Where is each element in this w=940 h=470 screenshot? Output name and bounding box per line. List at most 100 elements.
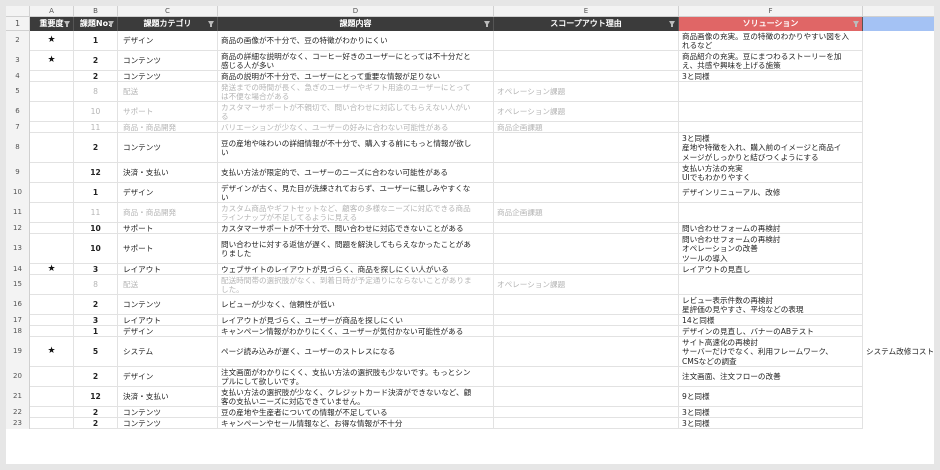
importance-star-cell[interactable] (30, 418, 74, 429)
out-of-scope-cell[interactable] (494, 326, 679, 337)
extra-cell[interactable] (863, 51, 934, 71)
solution-cell[interactable]: 3と同様 産地や特徴を入れ、購入前のイメージと商品イ メージがしっかりと結びつく… (679, 133, 863, 163)
category-cell[interactable]: コンテンツ (118, 51, 218, 71)
row-number[interactable]: 13 (6, 234, 30, 264)
category-cell[interactable]: 商品・商品開発 (118, 122, 218, 133)
content-cell[interactable]: 注文画面がわかりにくく、支払い方法の選択肢も少ないです。もっとシン プルにして欲… (218, 367, 494, 387)
extra-cell[interactable] (863, 264, 934, 275)
category-cell[interactable]: サポート (118, 102, 218, 122)
importance-star-cell[interactable] (30, 183, 74, 203)
issue-no-cell[interactable]: 8 (74, 275, 118, 295)
category-cell[interactable]: コンテンツ (118, 418, 218, 429)
importance-star-cell[interactable]: ★ (30, 264, 74, 275)
content-cell[interactable]: 豆の産地や生産者についての情報が不足している (218, 407, 494, 418)
solution-cell[interactable]: サイト高速化の再検討 サーバーだけでなく、利用フレームワーク、 CMSなどの調査 (679, 337, 863, 367)
issue-no-cell[interactable]: 3 (74, 315, 118, 326)
issue-no-cell[interactable]: 2 (74, 367, 118, 387)
row-number[interactable]: 9 (6, 163, 30, 183)
out-of-scope-cell[interactable]: 商品企画課題 (494, 203, 679, 223)
importance-star-cell[interactable] (30, 275, 74, 295)
importance-star-cell[interactable] (30, 133, 74, 163)
row-number[interactable]: 1 (6, 17, 30, 31)
row-number[interactable]: 4 (6, 71, 30, 82)
out-of-scope-cell[interactable] (494, 337, 679, 367)
issue-no-cell[interactable]: 5 (74, 337, 118, 367)
category-cell[interactable]: レイアウト (118, 315, 218, 326)
solution-cell[interactable] (679, 203, 863, 223)
content-cell[interactable]: キャンペーンやセール情報など、お得な情報が不十分 (218, 418, 494, 429)
solution-cell[interactable]: 注文画面、注文フローの改善 (679, 367, 863, 387)
extra-cell[interactable] (863, 295, 934, 315)
column-letter[interactable]: B (74, 6, 118, 17)
solution-cell[interactable] (679, 82, 863, 102)
row-number[interactable]: 12 (6, 223, 30, 234)
content-cell[interactable]: 発送までの時間が長く、急ぎのユーザーやギフト用途のユーザーにとって は不便な場合… (218, 82, 494, 102)
column-letter[interactable]: C (118, 6, 218, 17)
importance-star-cell[interactable]: ★ (30, 51, 74, 71)
content-cell[interactable]: 豆の産地や味わいの詳細情報が不十分で、購入する前にもっと情報が欲し い (218, 133, 494, 163)
out-of-scope-cell[interactable] (494, 367, 679, 387)
row-number[interactable]: 2 (6, 31, 30, 51)
category-cell[interactable]: システム (118, 337, 218, 367)
content-cell[interactable]: 商品の説明が不十分で、ユーザーにとって重要な情報が足りない (218, 71, 494, 82)
filter-icon[interactable] (669, 21, 675, 27)
extra-cell[interactable] (863, 418, 934, 429)
solution-cell[interactable]: 3と同様 (679, 71, 863, 82)
content-cell[interactable]: ウェブサイトのレイアウトが見づらく、商品を探しにくい人がいる (218, 264, 494, 275)
content-cell[interactable]: キャンペーン情報がわかりにくく、ユーザーが気付かない可能性がある (218, 326, 494, 337)
category-cell[interactable]: コンテンツ (118, 295, 218, 315)
category-cell[interactable]: デザイン (118, 31, 218, 51)
out-of-scope-cell[interactable] (494, 133, 679, 163)
importance-star-cell[interactable] (30, 122, 74, 133)
solution-cell[interactable] (679, 275, 863, 295)
issue-no-cell[interactable]: 11 (74, 203, 118, 223)
importance-star-cell[interactable] (30, 102, 74, 122)
solution-cell[interactable]: 問い合わせフォームの再検討 オペレーションの改善 ツールの導入 (679, 234, 863, 264)
content-cell[interactable]: 支払い方法が限定的で、ユーザーのニーズに合わない可能性がある (218, 163, 494, 183)
filter-icon[interactable] (108, 21, 114, 27)
issue-no-cell[interactable]: 10 (74, 102, 118, 122)
extra-cell[interactable] (863, 102, 934, 122)
row-number[interactable]: 23 (6, 418, 30, 429)
extra-cell[interactable]: システム改修コスト (863, 337, 934, 367)
row-number[interactable]: 8 (6, 133, 30, 163)
out-of-scope-cell[interactable] (494, 163, 679, 183)
content-cell[interactable]: バリエーションが少なく、ユーザーの好みに合わない可能性がある (218, 122, 494, 133)
issue-no-cell[interactable]: 11 (74, 122, 118, 133)
solution-cell[interactable]: 3と同様 (679, 418, 863, 429)
solution-cell[interactable]: 支払い方法の充実 UIでもわかりやすく (679, 163, 863, 183)
extra-cell[interactable] (863, 71, 934, 82)
category-cell[interactable]: 配送 (118, 275, 218, 295)
solution-cell[interactable]: レイアウトの見直し (679, 264, 863, 275)
filter-icon[interactable] (484, 21, 490, 27)
column-letter[interactable]: F (679, 6, 863, 17)
category-cell[interactable]: コンテンツ (118, 133, 218, 163)
content-cell[interactable]: レイアウトが見づらく、ユーザーが商品を探しにくい (218, 315, 494, 326)
category-cell[interactable]: 配送 (118, 82, 218, 102)
out-of-scope-cell[interactable] (494, 31, 679, 51)
out-of-scope-cell[interactable] (494, 71, 679, 82)
content-cell[interactable]: 問い合わせに対する返信が遅く、問題を解決してもらえなかったことがあ りました (218, 234, 494, 264)
extra-cell[interactable] (863, 82, 934, 102)
issue-no-cell[interactable]: 10 (74, 234, 118, 264)
out-of-scope-cell[interactable]: オペレーション課題 (494, 102, 679, 122)
extra-cell[interactable] (863, 326, 934, 337)
solution-cell[interactable]: 3と同様 (679, 407, 863, 418)
extra-cell[interactable] (863, 183, 934, 203)
out-of-scope-cell[interactable] (494, 183, 679, 203)
extra-cell[interactable] (863, 31, 934, 51)
extra-cell[interactable] (863, 203, 934, 223)
solution-cell[interactable]: 14と同様 (679, 315, 863, 326)
content-cell[interactable]: 商品の詳細な説明がなく、コーヒー好きのユーザーにとっては不十分だと 感じる人が多… (218, 51, 494, 71)
issue-no-cell[interactable]: 12 (74, 387, 118, 407)
out-of-scope-cell[interactable]: 商品企画課題 (494, 122, 679, 133)
issue-no-cell[interactable]: 12 (74, 163, 118, 183)
content-cell[interactable]: カスタマーサポートが不親切で、問い合わせに対応してもらえない人がい る (218, 102, 494, 122)
category-cell[interactable]: デザイン (118, 367, 218, 387)
select-all-corner[interactable] (6, 6, 30, 17)
row-number[interactable]: 22 (6, 407, 30, 418)
issue-no-cell[interactable]: 2 (74, 51, 118, 71)
importance-star-cell[interactable] (30, 387, 74, 407)
out-of-scope-cell[interactable] (494, 264, 679, 275)
importance-star-cell[interactable] (30, 295, 74, 315)
